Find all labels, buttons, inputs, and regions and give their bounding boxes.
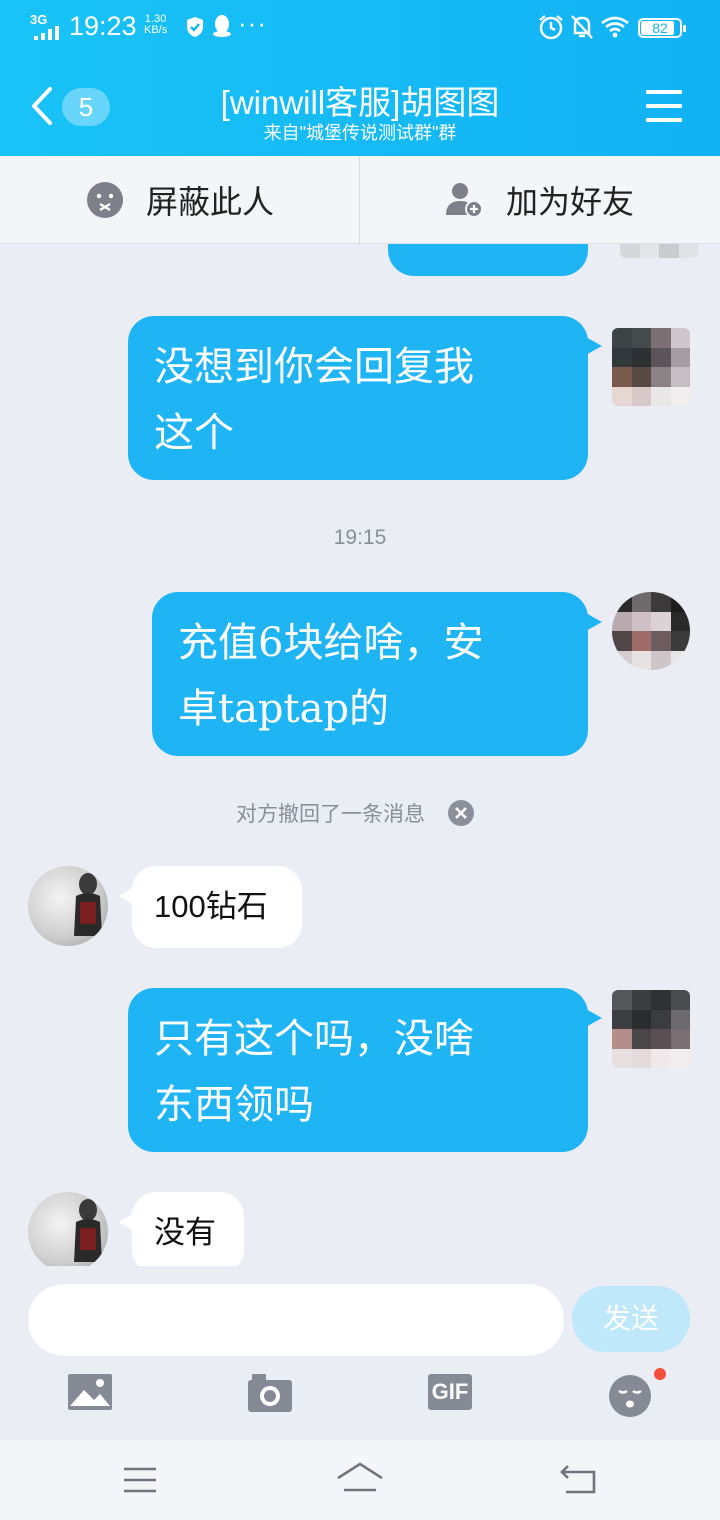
message-text: 东西领吗 bbox=[154, 1082, 314, 1128]
notification-dot bbox=[654, 1368, 666, 1380]
message-bubble-incoming[interactable]: 没有 bbox=[118, 1192, 244, 1266]
emoji-icon[interactable] bbox=[608, 1374, 652, 1418]
network-speed: 1.30 KB/s bbox=[144, 14, 167, 36]
camera-icon[interactable] bbox=[248, 1374, 292, 1412]
signal-icon bbox=[34, 26, 59, 40]
network-type: 3G bbox=[30, 12, 48, 27]
system-navigation-bar bbox=[0, 1440, 720, 1520]
title-bar: 3G 19:23 1.30 KB/s ··· 82 5 [winwill客服]胡… bbox=[0, 0, 720, 156]
input-bar: 发送 GIF bbox=[0, 1266, 720, 1440]
message-bubble-partial[interactable] bbox=[388, 244, 588, 276]
image-icon[interactable] bbox=[68, 1374, 112, 1410]
more-notifications-icon: ··· bbox=[238, 8, 267, 38]
back-icon[interactable] bbox=[560, 1462, 598, 1496]
character-figure bbox=[74, 873, 102, 936]
contact-avatar[interactable] bbox=[28, 866, 108, 946]
message-text: 这个 bbox=[154, 410, 234, 456]
message-text: 没想到你会回复我 bbox=[154, 344, 474, 390]
recall-notice: 对方撤回了一条消息 bbox=[236, 798, 475, 828]
chat-title: [winwill客服]胡图图 bbox=[220, 84, 500, 121]
block-icon bbox=[87, 182, 123, 218]
alarm-icon bbox=[539, 15, 563, 40]
add-friend-button[interactable]: 加为好友 bbox=[444, 156, 634, 244]
divider bbox=[359, 156, 360, 244]
my-avatar[interactable] bbox=[620, 244, 698, 258]
dismiss-icon[interactable] bbox=[447, 799, 475, 827]
message-list[interactable]: 没想到你会回复我 这个 19:15 充值6块给啥，安 卓taptap的 对方撤回… bbox=[0, 244, 720, 1266]
contact-avatar[interactable] bbox=[28, 1192, 108, 1266]
message-bubble-outgoing[interactable]: 没想到你会回复我 这个 bbox=[128, 316, 602, 480]
status-bar: 3G 19:23 1.30 KB/s ··· 82 bbox=[0, 0, 720, 56]
send-button[interactable]: 发送 bbox=[572, 1286, 690, 1352]
recents-icon[interactable] bbox=[122, 1466, 158, 1494]
recall-notice-text: 对方撤回了一条消息 bbox=[236, 803, 425, 826]
battery-indicator: 82 bbox=[638, 18, 686, 38]
my-avatar[interactable] bbox=[612, 592, 690, 670]
battery-level: 82 bbox=[652, 20, 668, 36]
block-user-button[interactable]: 屏蔽此人 bbox=[86, 156, 274, 244]
qq-icon bbox=[213, 15, 231, 37]
wifi-icon bbox=[601, 16, 629, 38]
speed-unit: KB/s bbox=[144, 24, 168, 36]
shield-icon bbox=[187, 17, 203, 37]
home-icon[interactable] bbox=[336, 1460, 384, 1496]
clock: 19:23 bbox=[69, 11, 137, 41]
message-input[interactable] bbox=[28, 1284, 564, 1356]
character-figure bbox=[74, 1199, 102, 1262]
message-text: 只有这个吗，没啥 bbox=[154, 1016, 474, 1062]
message-bubble-incoming[interactable]: 100钻石 bbox=[118, 866, 302, 948]
message-text: 充值6块给啥，安 bbox=[178, 620, 484, 666]
message-bubble-outgoing[interactable]: 充值6块给啥，安 卓taptap的 bbox=[152, 592, 602, 756]
menu-icon[interactable] bbox=[646, 90, 682, 132]
message-text: 没有 bbox=[154, 1215, 216, 1250]
message-bubble-outgoing[interactable]: 只有这个吗，没啥 东西领吗 bbox=[128, 988, 602, 1152]
my-avatar[interactable] bbox=[612, 990, 690, 1068]
message-text: 100钻石 bbox=[154, 889, 268, 924]
block-user-label: 屏蔽此人 bbox=[146, 184, 275, 220]
add-friend-label: 加为好友 bbox=[506, 184, 635, 220]
mute-bell-icon bbox=[571, 15, 593, 39]
stranger-action-bar: 屏蔽此人 加为好友 bbox=[0, 156, 720, 244]
chat-subtitle: 来自"城堡传说测试群"群 bbox=[263, 123, 457, 143]
message-timestamp: 19:15 bbox=[333, 526, 387, 549]
my-avatar[interactable] bbox=[612, 328, 690, 406]
message-text: 卓taptap的 bbox=[178, 686, 390, 732]
add-friend-icon bbox=[446, 183, 483, 218]
gif-button[interactable]: GIF bbox=[428, 1374, 472, 1410]
